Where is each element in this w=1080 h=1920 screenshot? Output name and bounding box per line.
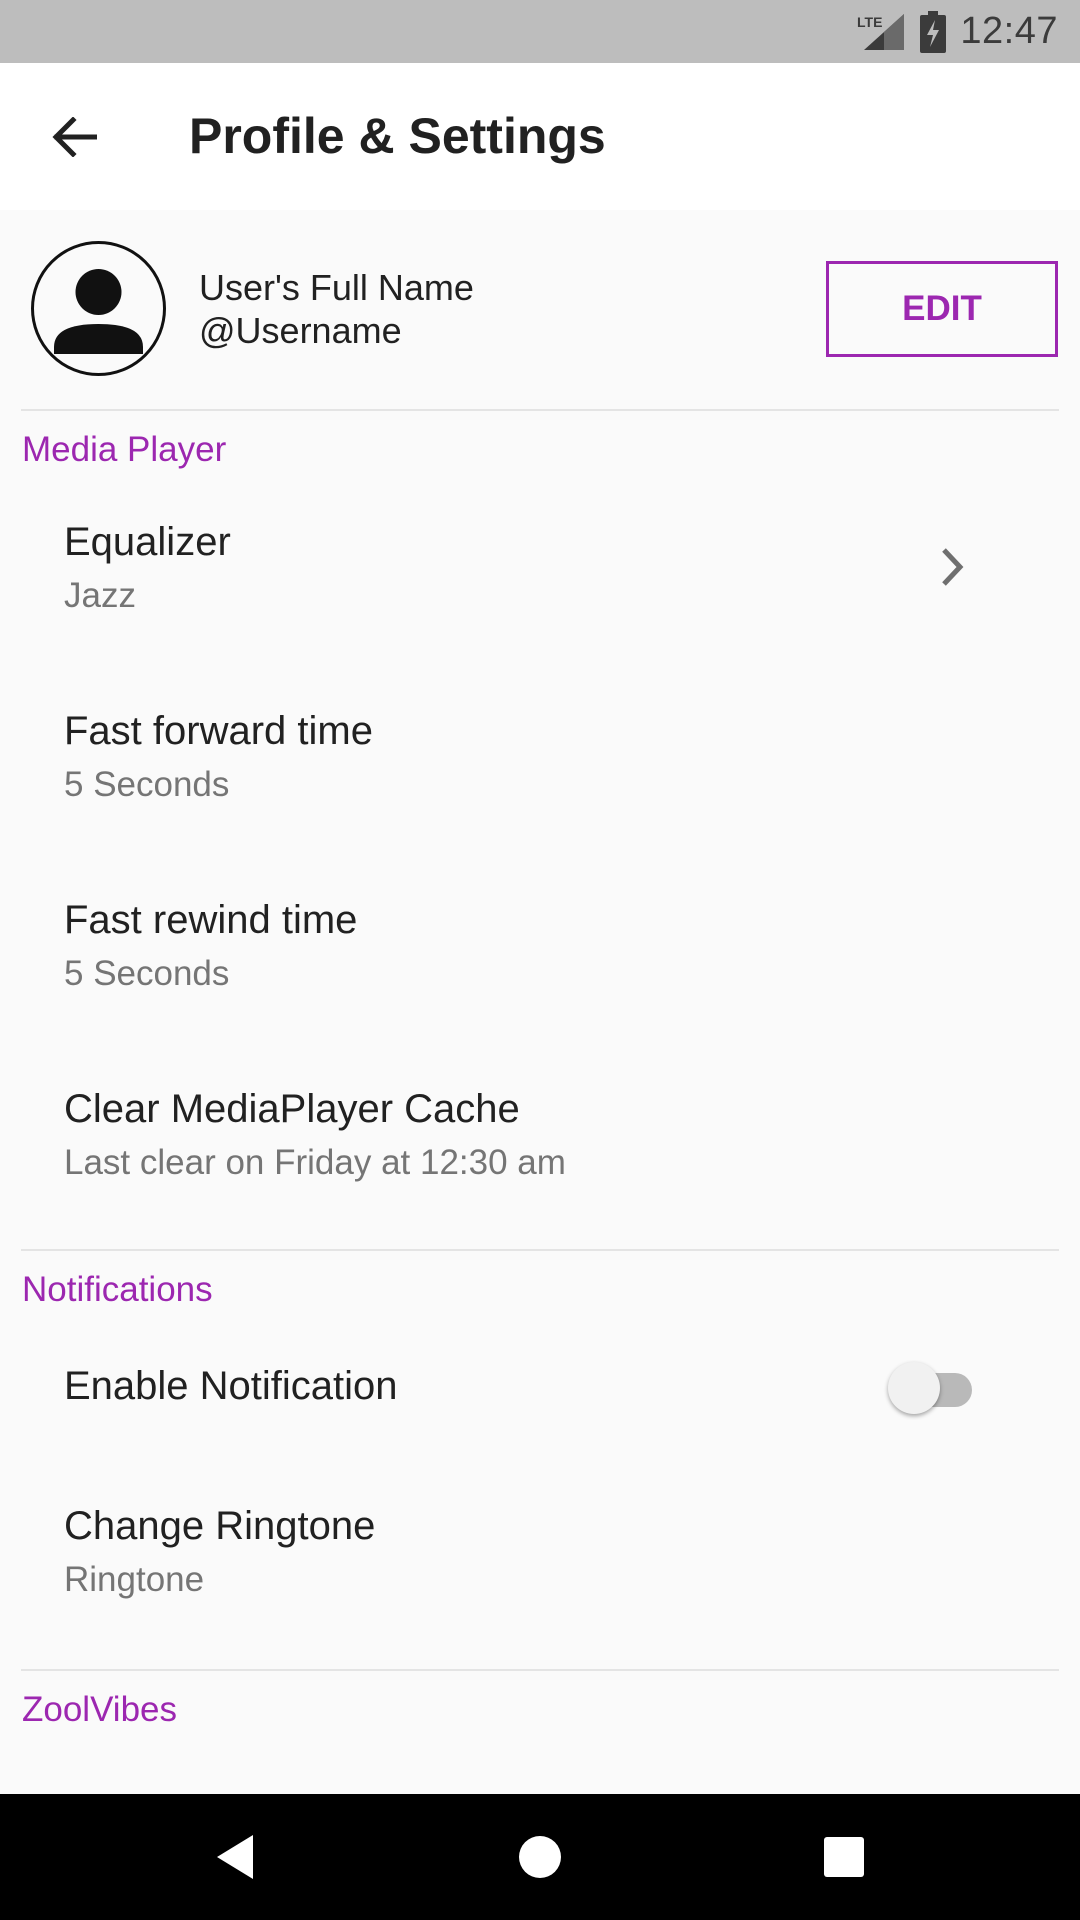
setting-subtitle: Ringtone: [64, 1560, 205, 1599]
status-bar-right: LTE 12:47: [856, 0, 1058, 63]
setting-title: Equalizer: [64, 520, 231, 564]
setting-title: Fast forward time: [64, 709, 373, 753]
setting-equalizer[interactable]: Equalizer Jazz: [0, 490, 1080, 677]
nav-recents-icon: [824, 1837, 864, 1877]
edit-profile-button[interactable]: EDIT: [826, 261, 1058, 357]
setting-subtitle: 5 Seconds: [64, 765, 230, 804]
username: @Username: [199, 310, 402, 351]
lte-signal-icon: LTE: [856, 12, 906, 52]
section-header-zoolvibes: ZoolVibes: [22, 1690, 178, 1729]
user-full-name: User's Full Name: [199, 267, 474, 308]
avatar[interactable]: [31, 241, 166, 376]
battery-charging-icon: [920, 10, 947, 53]
setting-title: Enable Notification: [64, 1364, 398, 1408]
status-bar: LTE 12:47: [0, 0, 1080, 63]
nav-back-icon: [213, 1833, 257, 1881]
status-time: 12:47: [960, 10, 1058, 52]
lte-label: LTE: [857, 14, 882, 30]
nav-home-icon: [518, 1835, 562, 1879]
back-button[interactable]: [34, 102, 114, 172]
setting-title: Change Ringtone: [64, 1504, 376, 1548]
setting-fast-rewind-time[interactable]: Fast rewind time 5 Seconds: [0, 866, 1080, 1055]
divider: [21, 1249, 1059, 1251]
divider: [21, 1669, 1059, 1671]
chevron-right-icon: [932, 542, 972, 592]
nav-home-button[interactable]: [502, 1819, 578, 1895]
arrow-back-icon: [51, 117, 97, 157]
nav-recents-button[interactable]: [806, 1819, 882, 1895]
nav-back-button[interactable]: [197, 1819, 273, 1895]
enable-notification-toggle[interactable]: [888, 1356, 984, 1416]
setting-subtitle: Jazz: [64, 576, 136, 615]
setting-clear-mediaplayer-cache[interactable]: Clear MediaPlayer Cache Last clear on Fr…: [0, 1055, 1080, 1245]
section-header-media-player: Media Player: [22, 430, 227, 469]
app-bar: Profile & Settings: [0, 63, 1080, 210]
setting-fast-forward-time[interactable]: Fast forward time 5 Seconds: [0, 677, 1080, 866]
setting-change-ringtone[interactable]: Change Ringtone Ringtone: [0, 1442, 1080, 1664]
page-title: Profile & Settings: [189, 108, 606, 164]
setting-enable-notification[interactable]: Enable Notification: [0, 1330, 1080, 1442]
toggle-thumb: [888, 1362, 940, 1414]
section-header-notifications: Notifications: [22, 1270, 213, 1309]
setting-title: Clear MediaPlayer Cache: [64, 1087, 520, 1131]
profile-header: User's Full Name @Username EDIT: [0, 210, 1080, 410]
person-icon: [34, 244, 163, 373]
divider: [21, 409, 1059, 411]
setting-subtitle: 5 Seconds: [64, 954, 230, 993]
setting-subtitle: Last clear on Friday at 12:30 am: [64, 1143, 566, 1182]
navigation-bar: [0, 1794, 1080, 1920]
setting-title: Fast rewind time: [64, 898, 358, 942]
